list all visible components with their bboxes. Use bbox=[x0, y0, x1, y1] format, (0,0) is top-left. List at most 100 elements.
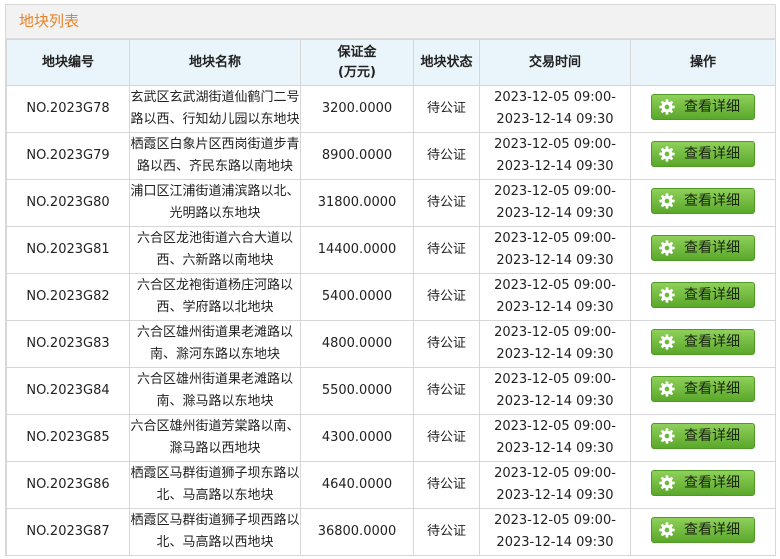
view-details-button[interactable]: 查看详细 bbox=[651, 188, 755, 214]
cell-action: 查看详细 bbox=[630, 508, 776, 556]
cell-time: 2023-12-05 09:00- 2023-12-14 09:30 bbox=[479, 508, 631, 556]
view-details-label: 查看详细 bbox=[684, 475, 740, 491]
cell-deposit: 31800.0000 bbox=[300, 179, 414, 227]
cell-deposit: 8900.0000 bbox=[300, 132, 414, 180]
table-row: NO.2023G79 栖霞区白象片区西岗街道步青路以西、齐民东路以南地块 890… bbox=[6, 132, 776, 180]
time-end: 2023-12-14 09:30 bbox=[496, 535, 614, 550]
cell-name: 六合区雄州街道芳棠路以南、滁马路以西地块 bbox=[129, 414, 301, 462]
cell-name: 栖霞区马群街道狮子坝东路以北、马高路以东地块 bbox=[129, 461, 301, 509]
table-row: NO.2023G78 玄武区玄武湖街道仙鹤门二号路以西、行知幼儿园以东地块 32… bbox=[6, 85, 776, 133]
land-name: 浦口区江浦街道浦滨路以北、光明路以东地块 bbox=[130, 184, 300, 221]
table-body: NO.2023G78 玄武区玄武湖街道仙鹤门二号路以西、行知幼儿园以东地块 32… bbox=[6, 85, 776, 556]
time-start: 2023-12-05 09:00- bbox=[494, 278, 616, 293]
cell-time: 2023-12-05 09:00- 2023-12-14 09:30 bbox=[479, 226, 631, 274]
header-name: 地块名称 bbox=[129, 39, 301, 86]
gear-icon bbox=[659, 381, 675, 397]
cell-name: 栖霞区白象片区西岗街道步青路以西、齐民东路以南地块 bbox=[129, 132, 301, 180]
cell-name: 六合区龙池街道六合大道以西、六新路以南地块 bbox=[129, 226, 301, 274]
cell-time: 2023-12-05 09:00- 2023-12-14 09:30 bbox=[479, 85, 631, 133]
table-row: NO.2023G86 栖霞区马群街道狮子坝东路以北、马高路以东地块 4640.0… bbox=[6, 461, 776, 509]
cell-status: 待公证 bbox=[413, 367, 480, 415]
view-details-button[interactable]: 查看详细 bbox=[651, 141, 755, 167]
view-details-label: 查看详细 bbox=[684, 381, 740, 397]
header-status: 地块状态 bbox=[413, 39, 480, 86]
view-details-button[interactable]: 查看详细 bbox=[651, 282, 755, 308]
cell-name: 六合区雄州街道果老滩路以南、滁马路以东地块 bbox=[129, 367, 301, 415]
view-details-button[interactable]: 查看详细 bbox=[651, 517, 755, 543]
view-details-label: 查看详细 bbox=[684, 522, 740, 538]
view-details-button[interactable]: 查看详细 bbox=[651, 423, 755, 449]
view-details-label: 查看详细 bbox=[684, 428, 740, 444]
cell-deposit: 5500.0000 bbox=[300, 367, 414, 415]
table-row: NO.2023G82 六合区龙袍街道杨庄河路以西、学府路以北地块 5400.00… bbox=[6, 273, 776, 321]
cell-status: 待公证 bbox=[413, 226, 480, 274]
time-start: 2023-12-05 09:00- bbox=[494, 325, 616, 340]
time-start: 2023-12-05 09:00- bbox=[494, 184, 616, 199]
land-name: 栖霞区马群街道狮子坝西路以北、马高路以西地块 bbox=[130, 513, 300, 550]
view-details-button[interactable]: 查看详细 bbox=[651, 329, 755, 355]
gear-icon bbox=[659, 428, 675, 444]
cell-deposit: 36800.0000 bbox=[300, 508, 414, 556]
cell-time: 2023-12-05 09:00- 2023-12-14 09:30 bbox=[479, 132, 631, 180]
time-start: 2023-12-05 09:00- bbox=[494, 137, 616, 152]
cell-status: 待公证 bbox=[413, 85, 480, 133]
view-details-button[interactable]: 查看详细 bbox=[651, 470, 755, 496]
cell-status: 待公证 bbox=[413, 320, 480, 368]
gear-icon bbox=[659, 475, 675, 491]
cell-name: 栖霞区马群街道狮子坝西路以北、马高路以西地块 bbox=[129, 508, 301, 556]
cell-name: 六合区龙袍街道杨庄河路以西、学府路以北地块 bbox=[129, 273, 301, 321]
cell-action: 查看详细 bbox=[630, 179, 776, 227]
cell-action: 查看详细 bbox=[630, 226, 776, 274]
gear-icon bbox=[659, 522, 675, 538]
time-end: 2023-12-14 09:30 bbox=[496, 488, 614, 503]
table-row: NO.2023G84 六合区雄州街道果老滩路以南、滁马路以东地块 5500.00… bbox=[6, 367, 776, 415]
land-name: 栖霞区马群街道狮子坝东路以北、马高路以东地块 bbox=[130, 466, 300, 503]
land-name: 六合区雄州街道果老滩路以南、滁河东路以东地块 bbox=[136, 325, 293, 362]
panel-title: 地块列表 bbox=[6, 5, 775, 39]
land-name: 玄武区玄武湖街道仙鹤门二号路以西、行知幼儿园以东地块 bbox=[130, 90, 300, 127]
cell-status: 待公证 bbox=[413, 273, 480, 321]
gear-icon bbox=[659, 334, 675, 350]
gear-icon bbox=[659, 240, 675, 256]
land-name: 六合区龙池街道六合大道以西、六新路以南地块 bbox=[136, 231, 293, 268]
header-deposit-unit: (万元) bbox=[338, 64, 376, 80]
cell-code: NO.2023G82 bbox=[6, 273, 130, 321]
header-deposit-label: 保证金 bbox=[337, 44, 377, 60]
time-end: 2023-12-14 09:30 bbox=[496, 300, 614, 315]
gear-icon bbox=[659, 146, 675, 162]
table-row: NO.2023G81 六合区龙池街道六合大道以西、六新路以南地块 14400.0… bbox=[6, 226, 776, 274]
time-end: 2023-12-14 09:30 bbox=[496, 206, 614, 221]
cell-code: NO.2023G80 bbox=[6, 179, 130, 227]
table-row: NO.2023G80 浦口区江浦街道浦滨路以北、光明路以东地块 31800.00… bbox=[6, 179, 776, 227]
cell-deposit: 4300.0000 bbox=[300, 414, 414, 462]
cell-action: 查看详细 bbox=[630, 132, 776, 180]
view-details-button[interactable]: 查看详细 bbox=[651, 376, 755, 402]
cell-name: 六合区雄州街道果老滩路以南、滁河东路以东地块 bbox=[129, 320, 301, 368]
cell-deposit: 4800.0000 bbox=[300, 320, 414, 368]
time-start: 2023-12-05 09:00- bbox=[494, 419, 616, 434]
time-end: 2023-12-14 09:30 bbox=[496, 441, 614, 456]
header-time: 交易时间 bbox=[479, 39, 631, 86]
cell-status: 待公证 bbox=[413, 461, 480, 509]
cell-code: NO.2023G87 bbox=[6, 508, 130, 556]
cell-time: 2023-12-05 09:00- 2023-12-14 09:30 bbox=[479, 414, 631, 462]
header-action: 操作 bbox=[630, 39, 776, 86]
gear-icon bbox=[659, 287, 675, 303]
time-start: 2023-12-05 09:00- bbox=[494, 90, 616, 105]
view-details-label: 查看详细 bbox=[684, 287, 740, 303]
cell-code: NO.2023G84 bbox=[6, 367, 130, 415]
cell-status: 待公证 bbox=[413, 414, 480, 462]
view-details-label: 查看详细 bbox=[684, 334, 740, 350]
cell-code: NO.2023G86 bbox=[6, 461, 130, 509]
cell-time: 2023-12-05 09:00- 2023-12-14 09:30 bbox=[479, 179, 631, 227]
cell-code: NO.2023G79 bbox=[6, 132, 130, 180]
view-details-label: 查看详细 bbox=[684, 193, 740, 209]
header-deposit: 保证金 (万元) bbox=[300, 39, 414, 86]
view-details-button[interactable]: 查看详细 bbox=[651, 235, 755, 261]
table-header-row: 地块编号 地块名称 保证金 (万元) 地块状态 交易时间 操作 bbox=[6, 39, 776, 86]
table-row: NO.2023G83 六合区雄州街道果老滩路以南、滁河东路以东地块 4800.0… bbox=[6, 320, 776, 368]
cell-deposit: 5400.0000 bbox=[300, 273, 414, 321]
view-details-label: 查看详细 bbox=[684, 240, 740, 256]
cell-action: 查看详细 bbox=[630, 367, 776, 415]
view-details-button[interactable]: 查看详细 bbox=[651, 94, 755, 120]
